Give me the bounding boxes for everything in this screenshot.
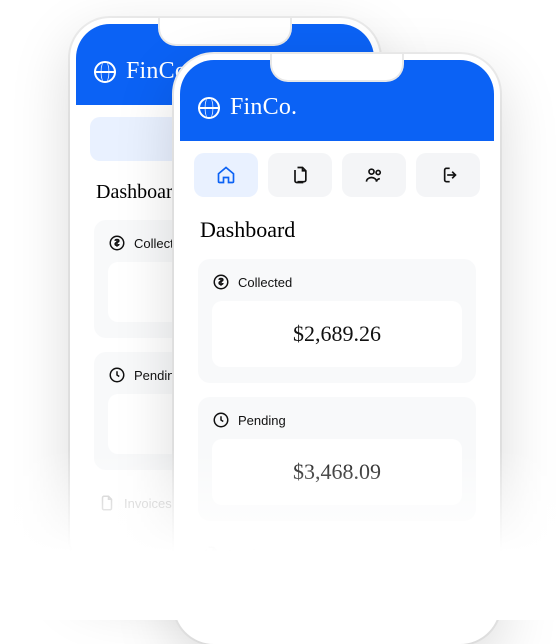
collected-value: $2,689.26 xyxy=(212,301,462,367)
dollar-icon xyxy=(212,273,230,291)
brand-name: FinCo. xyxy=(230,94,297,121)
document-icon xyxy=(290,165,310,185)
logout-icon xyxy=(438,165,458,185)
collected-label: Collected xyxy=(238,275,292,290)
globe-icon xyxy=(94,61,116,83)
pending-label: Pending xyxy=(238,413,286,428)
pending-value: $3,468.09 xyxy=(212,439,462,505)
nav-bar xyxy=(180,141,494,209)
page-title: Dashboard xyxy=(200,217,476,243)
phone-mock-front: FinCo. Dashboard Collected xyxy=(174,54,500,644)
pending-card: Pending $3,468.09 xyxy=(198,397,476,521)
document-icon xyxy=(98,494,116,512)
nav-logout[interactable] xyxy=(416,153,480,197)
collected-card: Collected $2,689.26 xyxy=(198,259,476,383)
invoices-section: Invoices xyxy=(198,535,476,563)
app-header: FinCo. xyxy=(180,60,494,141)
nav-home[interactable] xyxy=(194,153,258,197)
dollar-icon xyxy=(108,234,126,252)
nav-users[interactable] xyxy=(342,153,406,197)
users-icon xyxy=(364,165,384,185)
nav-documents[interactable] xyxy=(268,153,332,197)
home-icon xyxy=(216,165,236,185)
clock-icon xyxy=(212,411,230,429)
invoices-label: Invoices xyxy=(228,547,276,562)
globe-icon xyxy=(198,97,220,119)
invoices-label: Invoices xyxy=(124,496,172,511)
document-icon xyxy=(202,545,220,563)
clock-icon xyxy=(108,366,126,384)
